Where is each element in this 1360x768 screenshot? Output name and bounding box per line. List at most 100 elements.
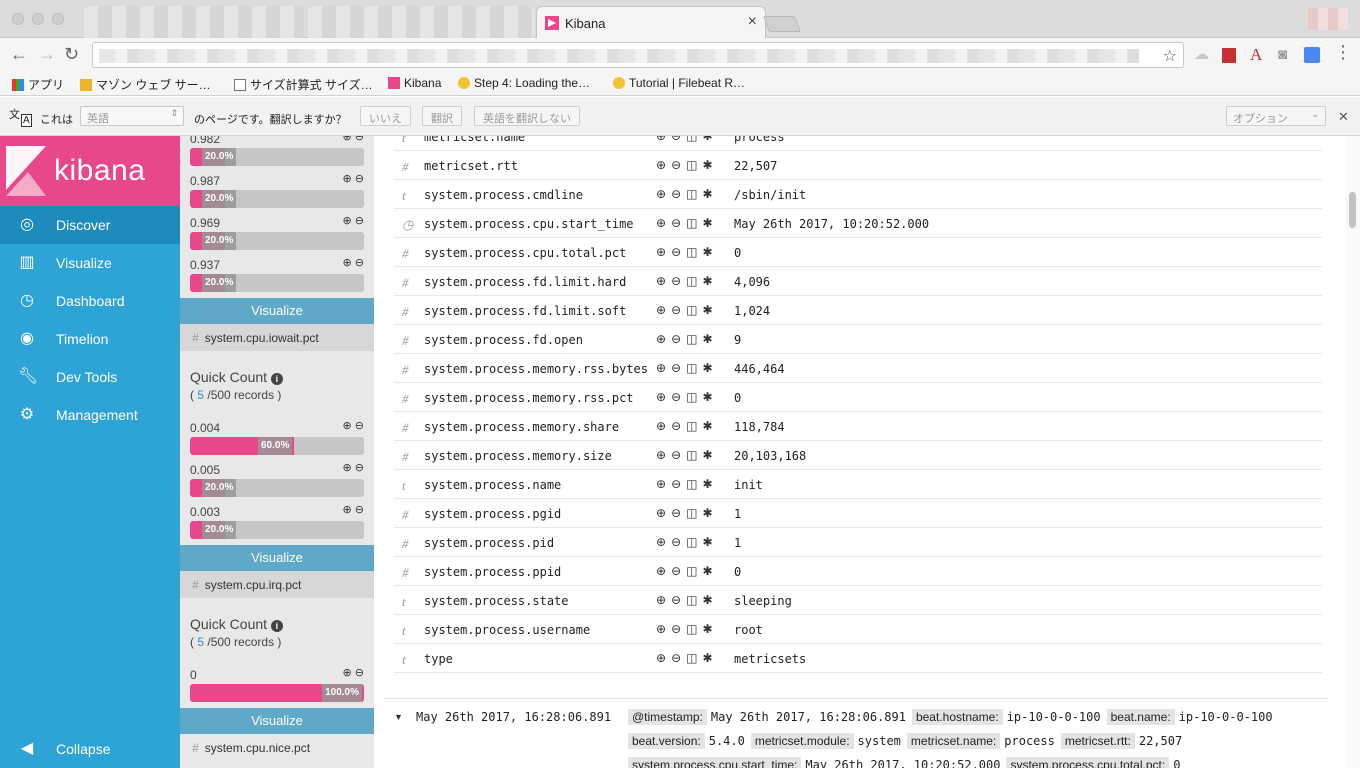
nav-discover[interactable]: ◎ Discover bbox=[0, 206, 180, 244]
translate-button[interactable]: 翻訳 bbox=[422, 106, 462, 126]
filter-out-value-icon[interactable]: ⊖ bbox=[671, 419, 681, 433]
filter-zoom-icons[interactable]: ⊕ ⊖ bbox=[343, 503, 365, 516]
filter-exists-icon[interactable]: ✱ bbox=[702, 187, 712, 201]
field-name-nice[interactable]: # system.cpu.nice.pct bbox=[180, 734, 374, 761]
filter-out-value-icon[interactable]: ⊖ bbox=[671, 593, 681, 607]
filter-zoom-icons[interactable]: ⊕ ⊖ bbox=[343, 136, 365, 143]
filter-for-value-icon[interactable]: ⊕ bbox=[656, 187, 666, 201]
toggle-column-icon[interactable]: ◫ bbox=[686, 187, 697, 201]
filter-exists-icon[interactable]: ✱ bbox=[702, 274, 712, 288]
info-icon[interactable]: i bbox=[270, 620, 283, 632]
toggle-column-icon[interactable]: ◫ bbox=[686, 136, 697, 143]
filter-zoom-icons[interactable]: ⊕ ⊖ bbox=[343, 461, 365, 474]
filter-for-value-icon[interactable]: ⊕ bbox=[656, 506, 666, 520]
browser-tab-blurred-1[interactable] bbox=[84, 6, 304, 38]
toggle-column-icon[interactable]: ◫ bbox=[686, 216, 697, 230]
filter-exists-icon[interactable]: ✱ bbox=[702, 361, 712, 375]
filter-zoom-icons[interactable]: ⊕ ⊖ bbox=[343, 256, 365, 269]
kibana-logo[interactable]: kibana bbox=[0, 136, 180, 206]
filter-exists-icon[interactable]: ✱ bbox=[702, 535, 712, 549]
filter-exists-icon[interactable]: ✱ bbox=[702, 651, 712, 665]
filter-out-value-icon[interactable]: ⊖ bbox=[671, 506, 681, 520]
visualize-button[interactable]: Visualize bbox=[180, 545, 374, 571]
filter-out-value-icon[interactable]: ⊖ bbox=[671, 564, 681, 578]
nav-timelion[interactable]: ◉ Timelion bbox=[0, 320, 180, 358]
language-select[interactable]: 英語 ⇕ bbox=[80, 106, 184, 126]
filter-exists-icon[interactable]: ✱ bbox=[702, 390, 712, 404]
bookmark-apps[interactable]: アプリ bbox=[12, 76, 64, 93]
field-name-iowait[interactable]: # system.cpu.iowait.pct bbox=[180, 324, 374, 351]
toggle-column-icon[interactable]: ◫ bbox=[686, 158, 697, 172]
filter-zoom-icons[interactable]: ⊕ ⊖ bbox=[343, 172, 365, 185]
nav-dev-tools[interactable]: 🔧︎ Dev Tools bbox=[0, 358, 180, 396]
toggle-column-icon[interactable]: ◫ bbox=[686, 419, 697, 433]
filter-out-value-icon[interactable]: ⊖ bbox=[671, 332, 681, 346]
filter-for-value-icon[interactable]: ⊕ bbox=[656, 390, 666, 404]
profile-avatar[interactable] bbox=[1308, 8, 1348, 30]
toggle-column-icon[interactable]: ◫ bbox=[686, 303, 697, 317]
pdf-extension-icon[interactable] bbox=[1222, 48, 1236, 63]
filter-exists-icon[interactable]: ✱ bbox=[702, 506, 712, 520]
filter-exists-icon[interactable]: ✱ bbox=[702, 332, 712, 346]
filter-exists-icon[interactable]: ✱ bbox=[702, 564, 712, 578]
toggle-column-icon[interactable]: ◫ bbox=[686, 390, 697, 404]
filter-for-value-icon[interactable]: ⊕ bbox=[656, 419, 666, 433]
toggle-column-icon[interactable]: ◫ bbox=[686, 506, 697, 520]
filter-exists-icon[interactable]: ✱ bbox=[702, 216, 712, 230]
filter-exists-icon[interactable]: ✱ bbox=[702, 448, 712, 462]
filter-exists-icon[interactable]: ✱ bbox=[702, 136, 712, 143]
font-extension-icon[interactable]: A bbox=[1250, 46, 1262, 63]
filter-out-value-icon[interactable]: ⊖ bbox=[671, 136, 681, 143]
new-tab-button[interactable] bbox=[763, 16, 801, 32]
bookmark-filebeat[interactable]: Tutorial | Filebeat R… bbox=[613, 76, 745, 90]
scrollbar-thumb[interactable] bbox=[1349, 192, 1356, 228]
bookmark-star-icon[interactable]: ☆ bbox=[1163, 46, 1177, 66]
filter-exists-icon[interactable]: ✱ bbox=[702, 158, 712, 172]
filter-for-value-icon[interactable]: ⊕ bbox=[656, 564, 666, 578]
nav-visualize[interactable]: ▥ Visualize bbox=[0, 244, 180, 282]
bookmark-kibana[interactable]: Kibana bbox=[388, 76, 441, 90]
bookmark-aws[interactable]: マゾン ウェブ サー… bbox=[80, 76, 211, 93]
toggle-column-icon[interactable]: ◫ bbox=[686, 477, 697, 491]
filter-for-value-icon[interactable]: ⊕ bbox=[656, 535, 666, 549]
toggle-column-icon[interactable]: ◫ bbox=[686, 535, 697, 549]
visualize-button[interactable]: Visualize bbox=[180, 298, 374, 324]
toggle-column-icon[interactable]: ◫ bbox=[686, 651, 697, 665]
hit-timestamp[interactable]: May 26th 2017, 16:28:06.891 bbox=[416, 710, 611, 724]
toggle-column-icon[interactable]: ◫ bbox=[686, 622, 697, 636]
toggle-column-icon[interactable]: ◫ bbox=[686, 332, 697, 346]
camera-extension-icon[interactable]: ◙ bbox=[1278, 47, 1287, 63]
filter-out-value-icon[interactable]: ⊖ bbox=[671, 622, 681, 636]
chrome-menu-icon[interactable]: ⋮ bbox=[1334, 43, 1352, 61]
reload-icon[interactable]: ↻ bbox=[64, 45, 79, 63]
filter-for-value-icon[interactable]: ⊕ bbox=[656, 158, 666, 172]
info-icon[interactable]: i bbox=[270, 373, 283, 385]
filter-out-value-icon[interactable]: ⊖ bbox=[671, 361, 681, 375]
toggle-column-icon[interactable]: ◫ bbox=[686, 448, 697, 462]
field-name-irq[interactable]: # system.cpu.irq.pct bbox=[180, 571, 374, 598]
filter-out-value-icon[interactable]: ⊖ bbox=[671, 477, 681, 491]
filter-out-value-icon[interactable]: ⊖ bbox=[671, 158, 681, 172]
filter-out-value-icon[interactable]: ⊖ bbox=[671, 187, 681, 201]
never-translate-button[interactable]: 英語を翻訳しない bbox=[474, 106, 580, 126]
filter-exists-icon[interactable]: ✱ bbox=[702, 477, 712, 491]
filter-out-value-icon[interactable]: ⊖ bbox=[671, 245, 681, 259]
filter-out-value-icon[interactable]: ⊖ bbox=[671, 535, 681, 549]
browser-tab-kibana[interactable]: Kibana × bbox=[536, 6, 766, 38]
filter-for-value-icon[interactable]: ⊕ bbox=[656, 136, 666, 143]
filter-exists-icon[interactable]: ✱ bbox=[702, 593, 712, 607]
close-window-button[interactable] bbox=[12, 13, 24, 25]
translate-close-icon[interactable]: ✕ bbox=[1338, 109, 1349, 125]
toggle-column-icon[interactable]: ◫ bbox=[686, 245, 697, 259]
filter-out-value-icon[interactable]: ⊖ bbox=[671, 303, 681, 317]
collapse-button[interactable]: ◀ Collapse bbox=[0, 730, 180, 768]
filter-for-value-icon[interactable]: ⊕ bbox=[656, 448, 666, 462]
filter-out-value-icon[interactable]: ⊖ bbox=[671, 274, 681, 288]
filter-for-value-icon[interactable]: ⊕ bbox=[656, 361, 666, 375]
filter-exists-icon[interactable]: ✱ bbox=[702, 245, 712, 259]
filter-for-value-icon[interactable]: ⊕ bbox=[656, 216, 666, 230]
filter-out-value-icon[interactable]: ⊖ bbox=[671, 448, 681, 462]
visualize-button[interactable]: Visualize bbox=[180, 708, 374, 734]
filter-for-value-icon[interactable]: ⊕ bbox=[656, 274, 666, 288]
page-scrollbar[interactable] bbox=[1346, 136, 1360, 768]
